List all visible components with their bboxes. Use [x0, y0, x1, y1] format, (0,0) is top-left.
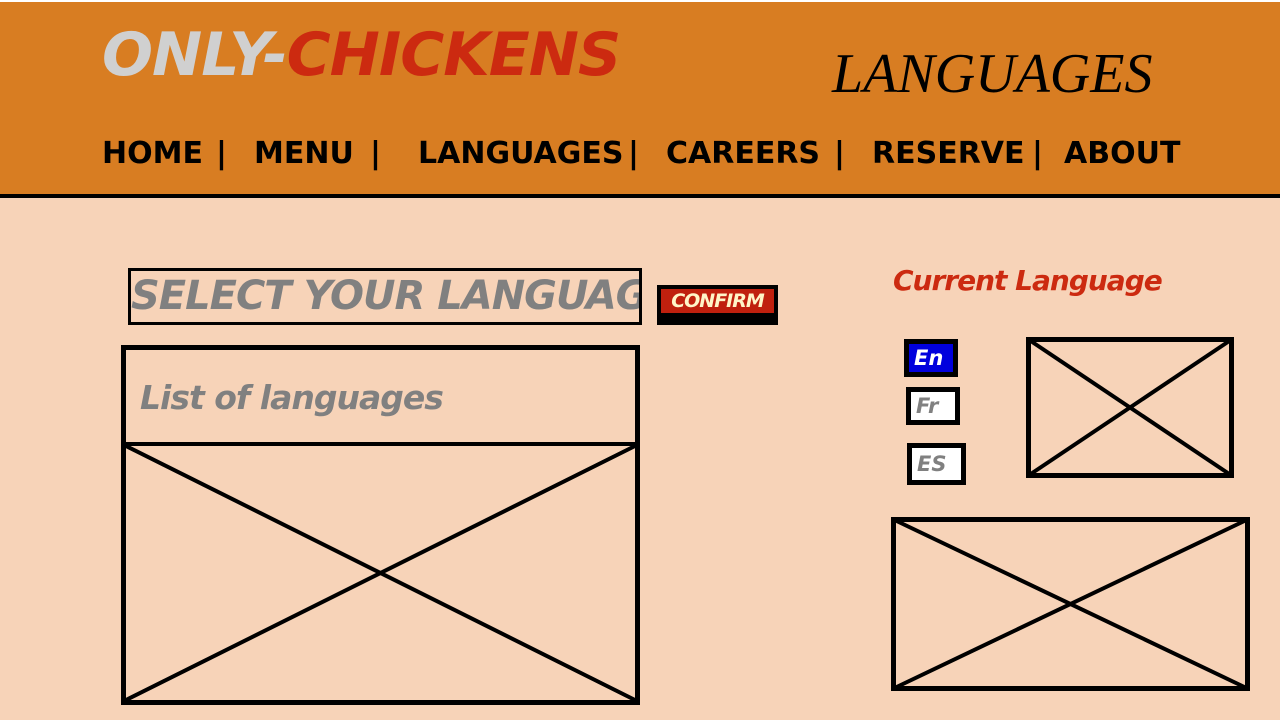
- language-info-image-placeholder: [891, 517, 1250, 691]
- nav-separator: |: [834, 136, 845, 171]
- language-list-header: List of languages: [126, 350, 635, 446]
- language-button-es[interactable]: ES: [907, 443, 966, 485]
- nav-separator: |: [1032, 136, 1043, 171]
- nav-item-home[interactable]: HOME: [102, 134, 203, 174]
- nav-separator: |: [216, 136, 227, 171]
- confirm-button-label: CONFIRM: [661, 289, 774, 313]
- nav-item-languages[interactable]: LANGUAGES: [418, 134, 623, 174]
- page-title: LANGUAGES: [832, 43, 1153, 105]
- language-list-panel: List of languages: [121, 345, 640, 705]
- brand-logo[interactable]: ONLY-CHICKENS: [102, 20, 622, 90]
- nav-item-about[interactable]: ABOUT: [1064, 134, 1180, 174]
- site-header: ONLY-CHICKENS LANGUAGES HOME | MENU | LA…: [0, 0, 1280, 198]
- current-language-label: Current Language: [893, 264, 1163, 297]
- confirm-button[interactable]: CONFIRM: [657, 285, 778, 325]
- language-button-fr[interactable]: Fr: [906, 387, 960, 425]
- language-button-en[interactable]: En: [904, 339, 958, 377]
- language-select-label: SELECT YOUR LANGUAGE: [131, 273, 642, 319]
- nav-item-careers[interactable]: CAREERS: [666, 134, 820, 174]
- flag-image-placeholder: [1026, 337, 1234, 478]
- brand-part-chickens: CHICKENS: [286, 20, 622, 90]
- language-list-title: List of languages: [140, 378, 444, 417]
- nav-separator: |: [370, 136, 381, 171]
- brand-part-only: ONLY-: [102, 20, 288, 90]
- language-list-placeholder[interactable]: [125, 444, 636, 702]
- nav-item-reserve[interactable]: RESERVE: [872, 134, 1025, 174]
- nav-separator: |: [628, 136, 639, 171]
- language-select[interactable]: SELECT YOUR LANGUAGE: [128, 268, 642, 325]
- nav-item-menu[interactable]: MENU: [254, 134, 354, 174]
